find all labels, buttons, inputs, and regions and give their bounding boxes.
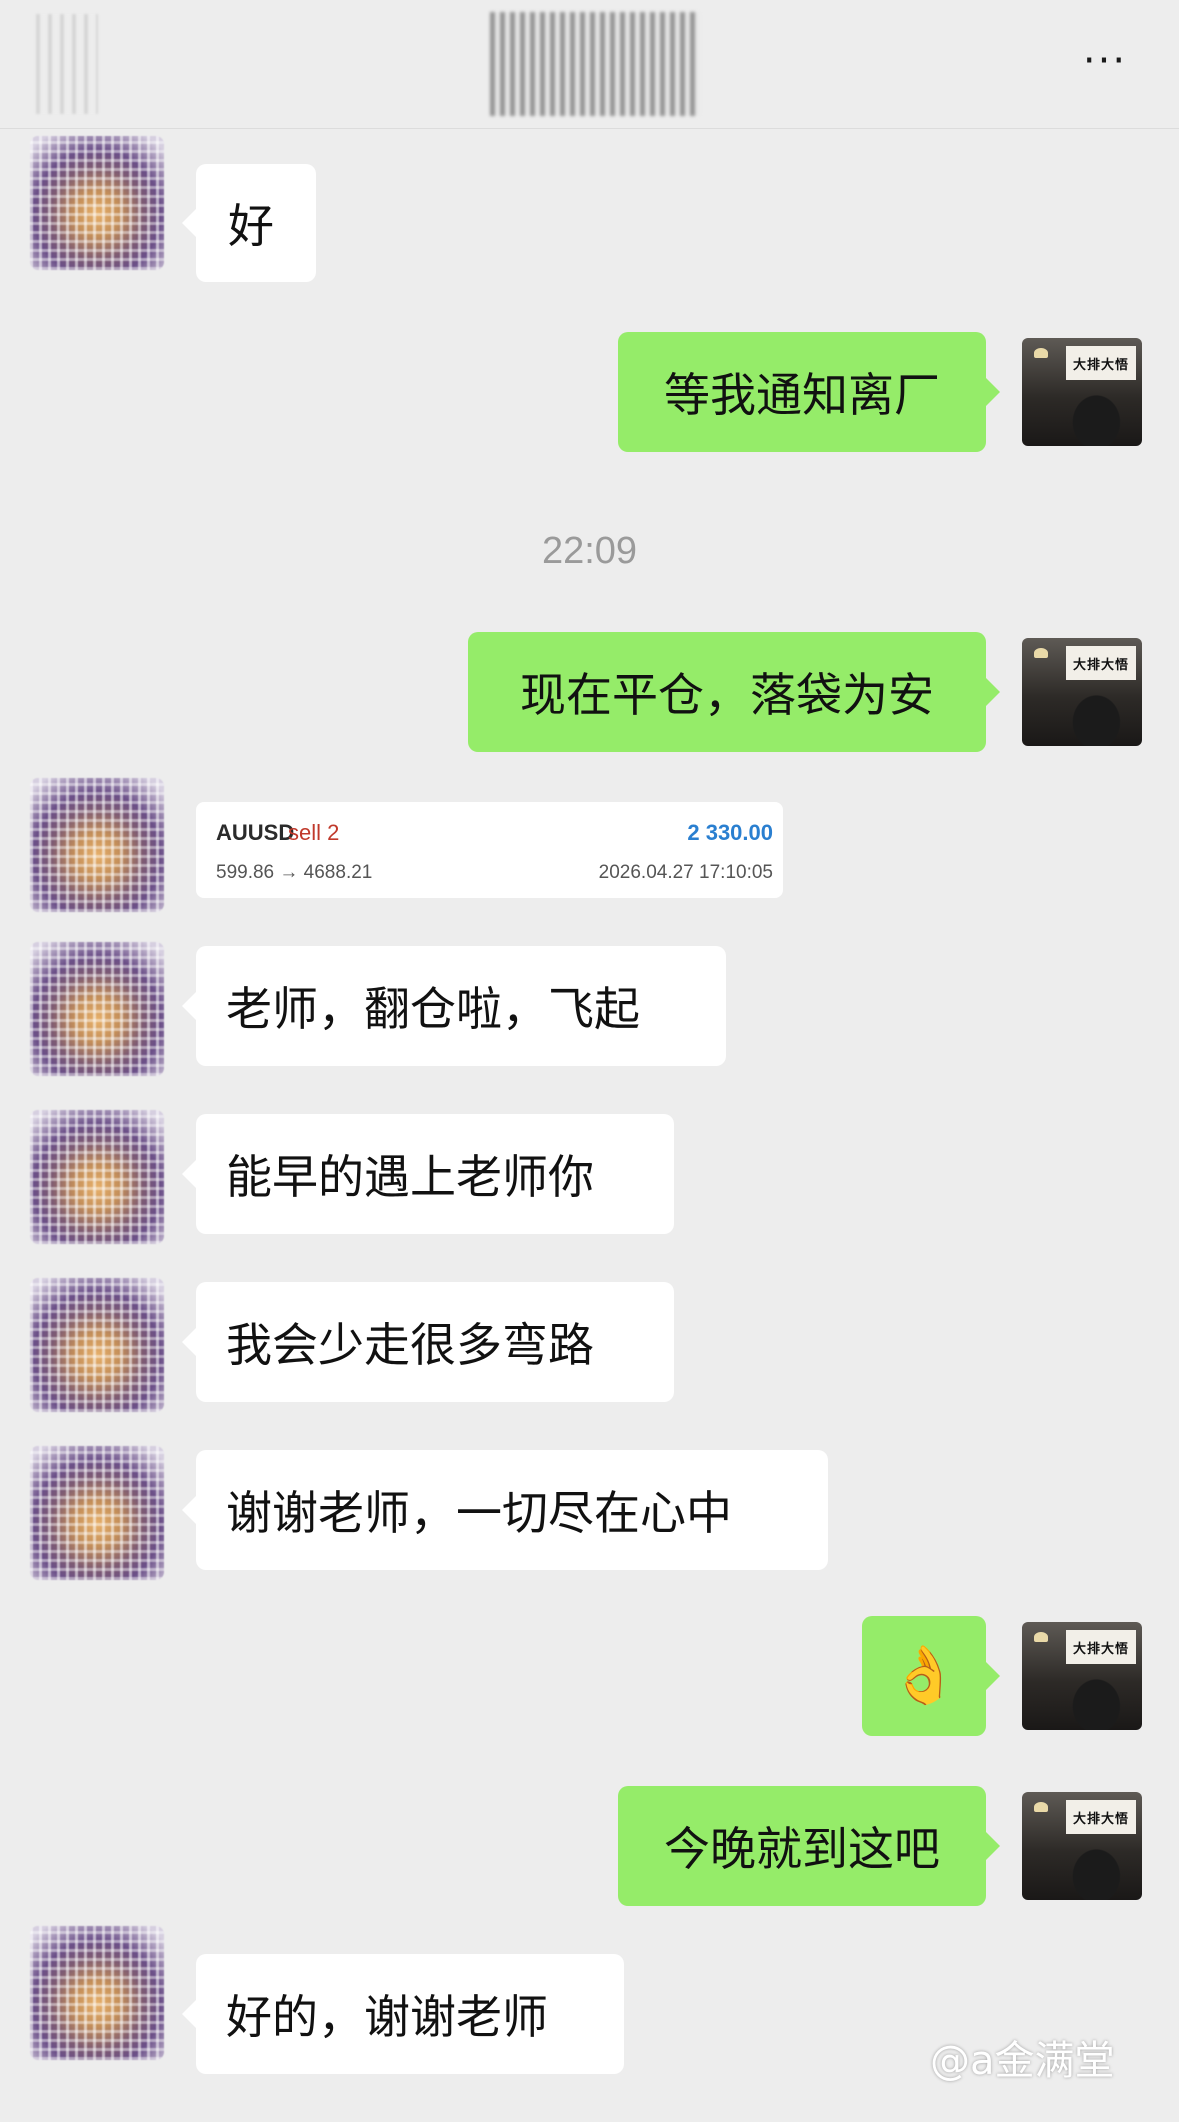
back-arrow-icon[interactable] (36, 14, 98, 114)
message-bubble[interactable]: 老师，翻仓啦，飞起 (182, 946, 726, 1066)
avatar[interactable] (30, 1926, 164, 2060)
lamp-icon (1034, 1802, 1048, 1812)
watermark: @a金满堂 (930, 2038, 1115, 2084)
more-options-button[interactable]: ··· (1070, 38, 1140, 84)
trade-card[interactable]: AUUSD sell 2 2 330.00 599.86 → 4688.21 2… (196, 802, 783, 898)
trade-side: sell 2 (288, 820, 340, 845)
avatar-sign: 大排大悟 (1066, 346, 1136, 380)
avatar[interactable]: 大排大悟 (1022, 638, 1142, 746)
message-bubble[interactable]: 等我通知离厂 (618, 332, 1000, 452)
message-row: 我会少走很多弯路 (0, 1268, 1179, 1418)
avatar[interactable]: 大排大悟 (1022, 1622, 1142, 1730)
message-row: 谢谢老师，一切尽在心中 (0, 1436, 1179, 1586)
message-row: 好 (0, 136, 1179, 308)
trade-datetime: 2026.04.27 17:10:05 (598, 862, 773, 883)
message-row: 能早的遇上老师你 (0, 1100, 1179, 1250)
avatar[interactable] (30, 136, 164, 270)
message-bubble[interactable]: 👌 (862, 1616, 1000, 1736)
message-bubble[interactable]: 现在平仓，落袋为安 (468, 632, 1000, 752)
message-bubble[interactable]: 好 (182, 164, 316, 282)
message-row: 👌 大排大悟 (0, 1616, 1179, 1736)
message-row: 老师，翻仓啦，飞起 (0, 934, 1179, 1084)
more-dots-icon: ··· (1082, 38, 1128, 84)
top-bar: ··· (0, 0, 1179, 129)
ok-hand-icon: 👌 (889, 1643, 959, 1708)
message-row: 现在平仓，落袋为安 大排大悟 (0, 632, 1179, 752)
message-bubble[interactable]: 好的，谢谢老师 (182, 1954, 624, 2074)
message-bubble[interactable]: 我会少走很多弯路 (182, 1282, 674, 1402)
message-row: 今晚就到这吧 大排大悟 (0, 1786, 1179, 1906)
trade-price: 599.86 → 4688.21 (216, 862, 373, 883)
lamp-icon (1034, 348, 1048, 358)
avatar[interactable]: 大排大悟 (1022, 1792, 1142, 1900)
message-bubble[interactable]: 谢谢老师，一切尽在心中 (182, 1450, 828, 1570)
message-row: 等我通知离厂 大排大悟 (0, 332, 1179, 452)
avatar[interactable] (30, 1278, 164, 1412)
message-bubble[interactable]: 今晚就到这吧 (618, 1786, 1000, 1906)
message-bubble[interactable]: 能早的遇上老师你 (182, 1114, 674, 1234)
avatar-sign: 大排大悟 (1066, 1630, 1136, 1664)
avatar[interactable] (30, 1110, 164, 1244)
lamp-icon (1034, 1632, 1048, 1642)
trade-profit: 2 330.00 (687, 820, 773, 845)
avatar[interactable] (30, 942, 164, 1076)
chat-title (490, 12, 700, 116)
message-row: AUUSD sell 2 2 330.00 599.86 → 4688.21 2… (0, 778, 1179, 928)
avatar[interactable] (30, 778, 164, 912)
time-divider: 22:09 (541, 530, 638, 572)
avatar[interactable]: 大排大悟 (1022, 338, 1142, 446)
avatar-sign: 大排大悟 (1066, 646, 1136, 680)
avatar-sign: 大排大悟 (1066, 1800, 1136, 1834)
lamp-icon (1034, 648, 1048, 658)
trade-symbol: AUUSD (216, 820, 295, 845)
avatar[interactable] (30, 1446, 164, 1580)
